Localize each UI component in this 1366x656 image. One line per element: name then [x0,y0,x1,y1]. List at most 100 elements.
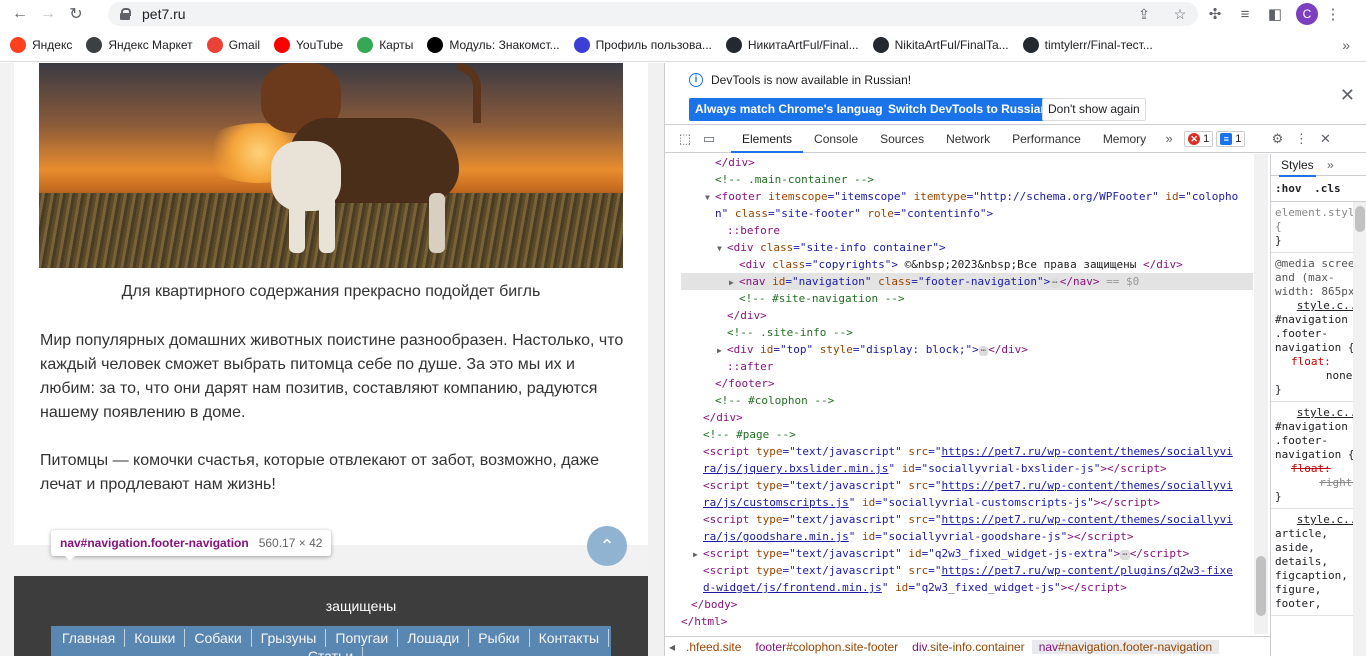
side-panel-icon[interactable]: ◧ [1260,5,1290,23]
switch-to-russian-button[interactable]: Switch DevTools to Russian [882,98,1054,121]
share-icon[interactable]: ⇪ [1126,6,1162,23]
bookmark-item[interactable]: Профиль пользова... [573,36,712,53]
bookmark-item[interactable]: YouTube [274,36,343,53]
address-bar[interactable]: pet7.ru ⇪ ☆ [108,2,1198,26]
elements-scrollbar[interactable] [1254,154,1268,634]
styles-more-icon[interactable]: » [1327,158,1334,172]
reload-icon[interactable]: ↻ [62,0,90,28]
footer-nav-link[interactable]: Главная [53,629,126,647]
bookmark-item[interactable]: НикитаArtFul/Final... [725,36,859,53]
settings-gear-icon[interactable]: ⚙ [1265,131,1289,147]
dom-node-footer[interactable]: ▼ <footer itemscope="itemscope" itemtype=… [681,188,1253,205]
bookmark-item[interactable]: NikitaArtFul/FinalTa... [872,36,1009,53]
rule-source-link[interactable]: style.c... [1275,406,1363,420]
more-tabs-icon[interactable]: » [1157,131,1181,146]
breadcrumb-item[interactable]: .hfeed.site [679,640,748,654]
scroll-to-top-button[interactable]: ⌃ [587,526,627,566]
bookmark-item[interactable]: Карты [357,36,413,53]
extensions-icon[interactable]: ✣ [1200,5,1230,23]
css-rule-3[interactable]: style.c... article, aside, details, figc… [1271,509,1366,616]
dom-pseudo-after[interactable]: ::after [681,358,1253,375]
back-arrow-icon[interactable]: ← [6,0,34,28]
bookmark-item[interactable]: Модуль: Знакомст... [427,36,560,53]
dom-script[interactable]: <script type="text/javascript" src="http… [681,562,1253,579]
info-count-badge[interactable]: ≡ 1 [1216,130,1246,147]
cls-toggle[interactable]: .cls [1314,182,1341,195]
dom-script[interactable]: <script type="text/javascript" src="http… [681,477,1253,494]
footer-nav-link[interactable]: Контакты [530,629,610,647]
tab-performance[interactable]: Performance [1001,125,1092,153]
css-rule-2[interactable]: style.c... #navigation .footer-navigatio… [1271,402,1366,509]
device-toolbar-icon[interactable]: ▭ [697,131,721,147]
breadcrumb-item[interactable]: nav#navigation.footer-navigation [1031,639,1220,654]
styles-scrollbar[interactable] [1353,202,1366,656]
dom-line[interactable]: ra/js/customscripts.js" id="sociallyvria… [681,494,1253,511]
collapsed-ellipsis-icon[interactable]: ⋯ [978,346,989,356]
footer-nav-link[interactable]: Статьи [299,647,364,656]
footer-nav-link[interactable]: Рыбки [469,629,530,647]
tab-styles[interactable]: Styles [1279,158,1316,177]
dom-script-extra[interactable]: ▶ <script type="text/javascript" id="q2w3… [681,545,1253,562]
breadcrumb-item[interactable]: div.site-info.container [905,640,1032,654]
lock-icon[interactable] [120,8,131,20]
rule-source-link[interactable]: style.c... [1275,299,1363,313]
collapsed-ellipsis-icon[interactable]: ⋯ [1120,550,1130,560]
inspect-element-icon[interactable]: ⬚ [673,131,697,147]
bookmark-item[interactable]: Яндекс [10,36,72,53]
bookmarks-overflow-icon[interactable]: » [1342,37,1350,53]
dom-pseudo-before[interactable]: ::before [681,222,1253,239]
dom-script[interactable]: <script type="text/javascript" src="http… [681,511,1253,528]
dom-comment[interactable]: <!-- .main-container --> [681,171,1253,188]
footer-nav-link[interactable]: Попугаи [326,629,399,647]
dom-node-top[interactable]: ▶ <div id="top" style="display: block;"> ⋯… [681,341,1253,358]
bookmark-star-icon[interactable]: ☆ [1162,6,1198,23]
dom-line[interactable]: </footer> [681,375,1253,392]
close-devtools-icon[interactable]: ✕ [1313,131,1337,147]
bookmark-item[interactable]: Gmail [206,36,260,53]
bookmark-item[interactable]: timtylerr/Final-тест... [1022,36,1153,53]
dom-node-copyrights[interactable]: <div class="copyrights"> ©&nbsp;2023&nbs… [681,256,1253,273]
footer-nav-link[interactable]: Кошки [125,629,186,647]
dom-line[interactable]: </div> [681,307,1253,324]
footer-nav-link[interactable]: Лошади [398,629,470,647]
footer-nav-link[interactable]: Грызуны [252,629,327,647]
profile-avatar[interactable]: C [1296,3,1318,25]
forward-arrow-icon[interactable]: → [34,0,62,28]
tab-network[interactable]: Network [935,125,1001,153]
dom-comment[interactable]: <!-- .site-info --> [681,324,1253,341]
dom-comment[interactable]: <!-- #colophon --> [681,392,1253,409]
breadcrumb-left-icon[interactable]: ◂ [665,640,679,654]
breadcrumb-item[interactable]: footer#colophon.site-footer [748,640,905,654]
dom-comment[interactable]: <!-- #page --> [681,426,1253,443]
always-match-language-button[interactable]: Always match Chrome's language [689,98,896,121]
error-count-badge[interactable]: ✕ 1 [1184,130,1214,147]
devtools-menu-icon[interactable]: ⋮ [1289,131,1313,147]
dom-line[interactable]: </body> [681,596,1253,613]
footer-nav-link[interactable]: Собаки [185,629,252,647]
rule-source-link[interactable]: style.c... [1275,513,1363,527]
dom-line[interactable]: ra/js/goodshare.min.js" id="sociallyvria… [681,528,1253,545]
media-queue-icon[interactable]: ≡ [1230,6,1260,23]
tab-memory[interactable]: Memory [1092,125,1157,153]
page-scrollbar[interactable] [648,63,664,656]
tab-sources[interactable]: Sources [869,125,935,153]
dom-line[interactable]: </div> [681,154,1253,171]
dom-line[interactable]: </html> [681,613,1253,630]
menu-kebab-icon[interactable]: ⋮ [1318,5,1348,23]
dom-node-nav-selected[interactable]: ⋯▶<nav id="navigation" class="footer-nav… [681,273,1253,290]
dom-script[interactable]: <script type="text/javascript" src="http… [681,443,1253,460]
collapsed-ellipsis-icon[interactable]: ⋯ [1050,278,1060,288]
tab-console[interactable]: Console [803,125,869,153]
element-style-rule[interactable]: element.style { } [1271,202,1366,253]
dom-line[interactable]: ra/js/jquery.bxslider.min.js" id="social… [681,460,1253,477]
dont-show-again-button[interactable]: Don't show again [1042,98,1146,121]
media-rule-1[interactable]: @media screen and (max-width: 865px) sty… [1271,253,1366,402]
tab-elements[interactable]: Elements [731,125,804,153]
dom-line[interactable]: </div> [681,409,1253,426]
dom-node-site-info[interactable]: ▼ <div class="site-info container"> [681,239,1253,256]
hov-toggle[interactable]: :hov [1275,182,1302,195]
dom-comment[interactable]: <!-- #site-navigation --> [681,290,1253,307]
url-text[interactable]: pet7.ru [142,6,186,22]
close-icon[interactable]: ✕ [1340,85,1355,106]
bookmark-item[interactable]: Яндекс Маркет [86,36,193,53]
